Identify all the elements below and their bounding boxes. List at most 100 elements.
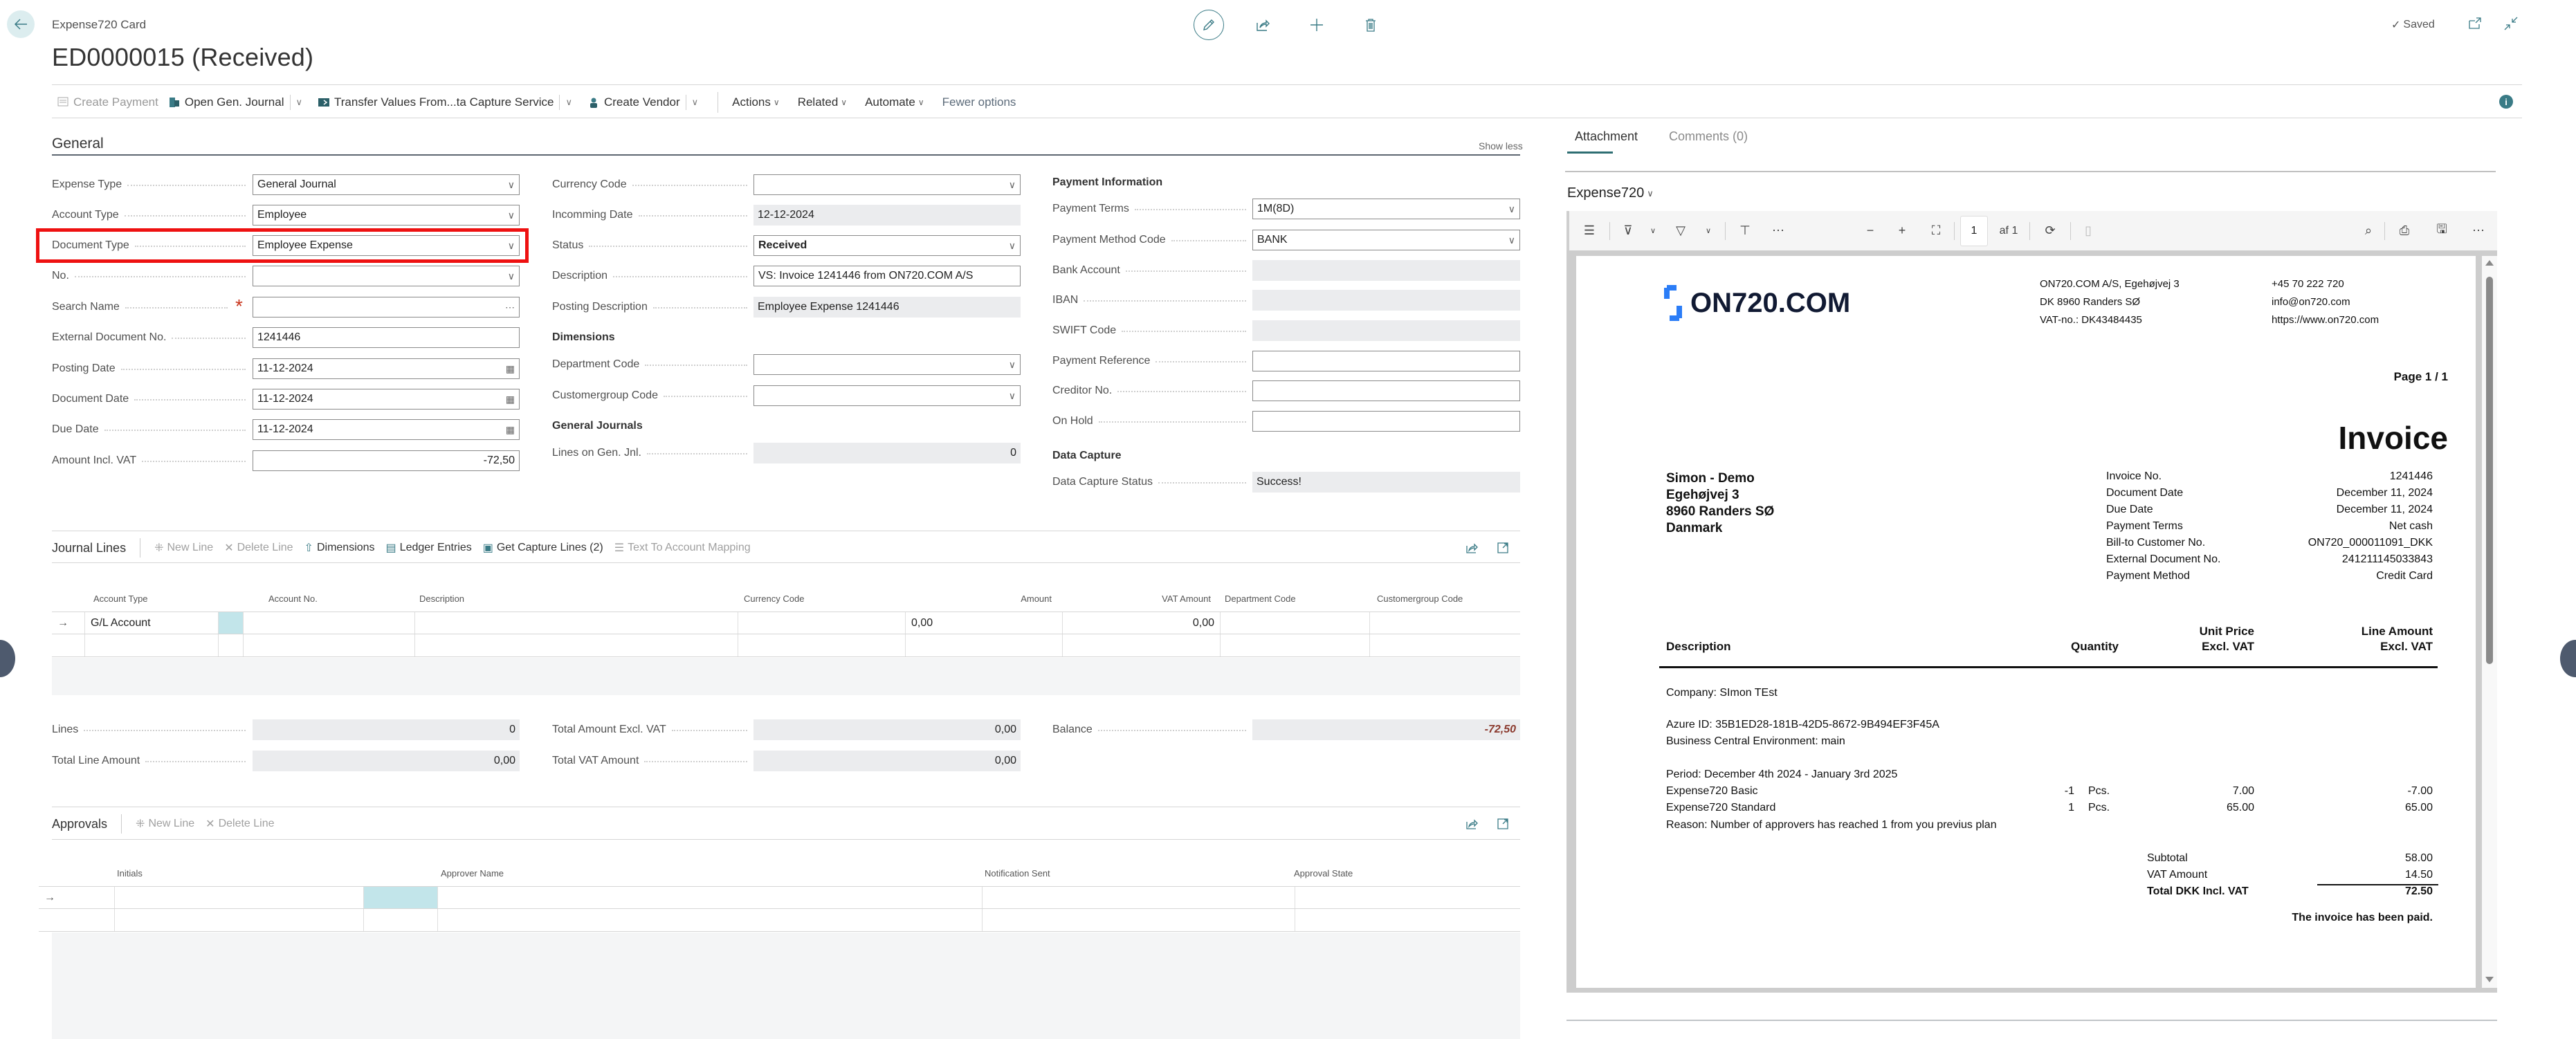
rotate-icon[interactable]: ⟳ [2030,223,2070,238]
posting-date-input[interactable]: 11-12-2024 ▦ [253,358,520,379]
table-row[interactable]: → [39,886,1520,909]
page-number-input[interactable]: 1 [1960,215,1988,246]
next-record-button[interactable] [2560,640,2576,677]
delete-button[interactable] [1355,10,1386,40]
scroll-up-icon[interactable] [2485,260,2494,266]
print-icon[interactable]: ⎙ [2385,223,2424,238]
chevron-down-icon[interactable]: ∨ [1701,226,1715,235]
zoom-out-icon[interactable]: − [1854,223,1886,238]
delete-line-button[interactable]: ✕ Delete Line [224,541,293,555]
account-type-select[interactable]: Employee ∨ [253,205,520,226]
pdf-scrollbar[interactable] [2482,256,2497,988]
lines-on-gen-jnl-value[interactable]: 0 [753,443,1021,463]
dimensions-button[interactable]: ⇧ Dimensions [304,541,375,555]
table-cell[interactable] [363,909,437,931]
row-indicator[interactable] [52,634,84,656]
scroll-thumb[interactable] [2486,277,2493,664]
open-gen-journal-button[interactable]: Open Gen. Journal [168,95,284,109]
table-cell[interactable] [982,887,1295,908]
new-line-button[interactable]: ⁜ New Line [154,541,213,555]
arrow-right-icon[interactable]: → [52,612,84,634]
page-view-icon[interactable]: ▯ [2071,223,2105,238]
automate-menu[interactable]: Automate ∨ [865,95,924,109]
new-button[interactable] [1301,10,1332,40]
related-menu[interactable]: Related ∨ [798,95,847,109]
no-select[interactable]: ∨ [253,266,520,286]
column-header[interactable]: Approval State [1294,868,1353,879]
create-vendor-button[interactable]: Create Vendor [587,95,680,109]
payment-reference-input[interactable] [1252,351,1520,371]
ledger-entries-button[interactable]: ▤ Ledger Entries [386,541,472,555]
lookup-icon[interactable]: ⋯ [505,302,515,313]
column-header[interactable]: Currency Code [744,594,804,604]
currency-code-select[interactable]: ∨ [753,174,1021,195]
table-cell[interactable] [243,612,414,634]
chevron-down-icon[interactable]: ∨ [508,210,515,221]
table-cell[interactable]: 0,00 [905,612,1062,634]
transfer-values-button[interactable]: Transfer Values From...ta Capture Servic… [318,95,554,109]
calendar-icon[interactable]: ▦ [506,424,515,436]
table-cell[interactable] [1062,634,1220,656]
approvals-new-line-button[interactable]: ⁜ New Line [136,817,194,831]
highlight-icon[interactable]: ⊽ [1610,223,1646,238]
table-row[interactable]: → G/L Account 0,00 0,00 [52,612,1520,634]
table-row[interactable] [39,909,1520,932]
table-cell[interactable] [437,909,982,931]
table-cell[interactable] [738,612,905,634]
table-cell[interactable] [738,634,905,656]
previous-record-button[interactable] [0,640,15,677]
column-header[interactable]: Customergroup Code [1377,594,1463,604]
text-box-icon[interactable]: ⊤ [1726,223,1764,238]
table-cell[interactable] [1220,612,1369,634]
text-to-account-mapping-button[interactable]: ☰ Text To Account Mapping [614,541,751,555]
actions-menu[interactable]: Actions ∨ [732,95,780,109]
chevron-down-icon[interactable]: ∨ [508,270,515,282]
fewer-options-button[interactable]: Fewer options [942,95,1016,109]
table-cell[interactable] [114,887,363,908]
open-gen-journal-dropdown[interactable]: ∨ [289,95,309,110]
selected-cell[interactable] [218,612,243,634]
get-capture-lines-button[interactable]: ▣ Get Capture Lines (2) [483,541,603,555]
table-cell[interactable] [414,612,738,634]
contents-icon[interactable]: ☰ [1569,223,1609,238]
approvals-delete-line-button[interactable]: ✕ Delete Line [205,817,274,831]
more-icon[interactable]: ⋯ [2460,223,2497,238]
arrow-right-icon[interactable]: → [39,887,114,908]
column-header[interactable]: Account Type [93,594,148,604]
tab-attachment[interactable]: Attachment [1575,129,1638,144]
status-select[interactable]: Received ∨ [753,235,1021,256]
external-document-no-input[interactable]: 1241446 [253,327,520,348]
info-icon[interactable]: i [2499,95,2513,109]
table-cell[interactable] [1295,909,1520,931]
create-vendor-dropdown[interactable]: ∨ [685,95,704,110]
scroll-down-icon[interactable] [2485,977,2494,982]
payment-terms-select[interactable]: 1M(8D) ∨ [1252,199,1520,219]
calendar-icon[interactable]: ▦ [506,363,515,375]
fit-page-icon[interactable]: ⛶ [1918,223,1954,238]
document-date-input[interactable]: 11-12-2024 ▦ [253,389,520,410]
selected-cell[interactable] [218,634,243,656]
table-cell[interactable] [1220,634,1369,656]
customergroup-code-select[interactable]: ∨ [753,385,1021,406]
draw-icon[interactable]: ▽ [1660,223,1701,238]
attachment-selector[interactable]: Expense720 ∨ [1567,185,1654,201]
table-cell[interactable] [414,634,738,656]
column-header[interactable]: Amount [969,594,1052,604]
chevron-down-icon[interactable]: ∨ [1646,226,1660,235]
back-button[interactable] [7,10,35,38]
create-payment-button[interactable]: Create Payment [57,95,158,109]
due-date-input[interactable]: 11-12-2024 ▦ [253,419,520,440]
column-header[interactable]: Account No. [268,594,318,604]
search-icon[interactable]: ⌕ [2353,223,2384,238]
column-header[interactable]: Notification Sent [985,868,1050,879]
table-cell[interactable] [39,909,114,931]
table-cell[interactable] [84,634,218,656]
edit-button[interactable] [1194,10,1224,40]
selected-cell[interactable] [363,887,437,908]
table-cell[interactable] [1369,612,1520,634]
save-icon[interactable]: 🖫 [2424,221,2460,241]
table-cell[interactable] [437,887,982,908]
expense-type-select[interactable]: General Journal ∨ [253,174,520,195]
table-cell[interactable] [243,634,414,656]
transfer-values-dropdown[interactable]: ∨ [559,95,578,110]
